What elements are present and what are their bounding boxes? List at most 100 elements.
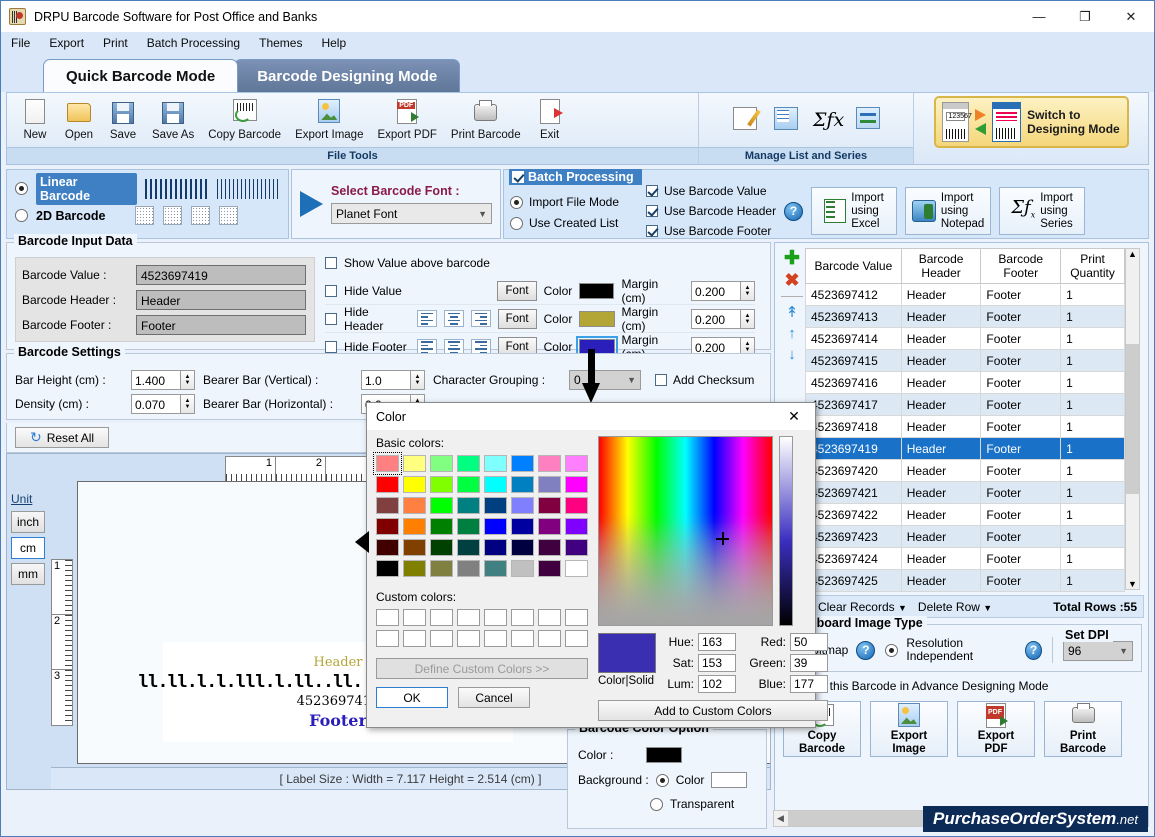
table-cell[interactable]: 1 xyxy=(1060,349,1125,372)
close-icon[interactable]: ✕ xyxy=(779,408,809,425)
basic-color-swatch[interactable] xyxy=(403,518,426,535)
table-cell[interactable]: Footer xyxy=(980,437,1062,460)
help-question-icon[interactable]: ? xyxy=(1025,640,1042,660)
barcode-header-input[interactable]: Header xyxy=(136,289,306,310)
toolbar-new-button[interactable]: New xyxy=(13,99,57,141)
bar-height-spinner[interactable]: ▲ ▼ xyxy=(181,370,195,390)
custom-swatch[interactable] xyxy=(484,609,507,626)
basic-color-swatch[interactable] xyxy=(484,497,507,514)
2d-barcode-option[interactable]: 2D Barcode xyxy=(15,202,280,229)
grid-vertical-scrollbar[interactable]: ▲ ▼ xyxy=(1125,248,1140,590)
basic-color-swatch[interactable] xyxy=(403,455,426,472)
custom-swatch[interactable] xyxy=(430,609,453,626)
header-margin-input[interactable]: 0.200 xyxy=(691,308,742,329)
bar-height-input[interactable]: 1.400 xyxy=(131,370,181,390)
table-cell[interactable]: Footer xyxy=(980,415,1062,438)
column-barcode-value[interactable]: Barcode Value xyxy=(805,248,902,284)
table-cell[interactable]: Footer xyxy=(980,393,1062,416)
table-cell[interactable]: Footer xyxy=(980,283,1062,306)
basic-color-swatch[interactable] xyxy=(511,518,534,535)
background-color-swatch[interactable] xyxy=(711,772,748,788)
basic-color-swatch[interactable] xyxy=(430,455,453,472)
menu-item-print[interactable]: Print xyxy=(103,36,128,50)
table-cell[interactable]: 1 xyxy=(1060,525,1125,548)
luminosity-slider[interactable] xyxy=(779,436,793,626)
export-pdf-button[interactable]: ExportPDF xyxy=(957,701,1035,757)
unit-button-mm[interactable]: mm xyxy=(11,563,45,585)
blue-input[interactable]: 177 xyxy=(790,675,828,693)
basic-color-swatch[interactable] xyxy=(565,539,588,556)
use-barcode-footer-option[interactable]: Use Barcode Footer xyxy=(646,221,776,241)
basic-color-swatch[interactable] xyxy=(484,455,507,472)
table-row[interactable]: 4523697416 Header Footer 1 xyxy=(805,371,1125,394)
print-barcode-button[interactable]: Print Barcode xyxy=(1044,701,1122,757)
help-question-icon[interactable]: ? xyxy=(784,201,804,221)
table-cell[interactable]: Header xyxy=(900,349,982,372)
basic-color-swatch[interactable] xyxy=(484,476,507,493)
toolbar-open-button[interactable]: Open xyxy=(57,99,101,141)
move-top-icon[interactable]: ↟ xyxy=(786,305,799,320)
table-cell[interactable]: Footer xyxy=(980,349,1062,372)
color-dialog[interactable]: Color ✕ Basic colors: Custom colors: Def… xyxy=(355,402,828,728)
table-cell[interactable]: 4523697416 xyxy=(805,371,902,394)
table-cell[interactable]: Header xyxy=(900,393,982,416)
barcode-value-input[interactable]: 4523697419 xyxy=(136,264,306,285)
hide-header-checkbox[interactable] xyxy=(325,312,337,325)
basic-color-swatch[interactable] xyxy=(538,455,561,472)
basic-color-swatch[interactable] xyxy=(430,560,453,577)
custom-swatch[interactable] xyxy=(376,630,399,647)
custom-swatch[interactable] xyxy=(511,609,534,626)
table-row[interactable]: 4523697420 Header Footer 1 xyxy=(805,459,1125,482)
barcode-font-select[interactable]: Planet Font ▼ xyxy=(331,203,492,224)
table-cell[interactable]: Header xyxy=(900,283,982,306)
basic-color-swatch[interactable] xyxy=(430,539,453,556)
table-cell[interactable]: 1 xyxy=(1060,503,1125,526)
table-cell[interactable]: Header xyxy=(900,371,982,394)
use-barcode-value-option[interactable]: Use Barcode Value xyxy=(646,181,776,201)
density-spinner[interactable]: ▲ ▼ xyxy=(181,394,195,414)
batch-processing-checkbox[interactable] xyxy=(512,171,524,183)
edit-list-icon[interactable] xyxy=(731,106,758,134)
toolbar-save-as-button[interactable]: Save As xyxy=(145,99,201,141)
bearer-vertical-input[interactable]: 1.0 xyxy=(361,370,411,390)
table-row[interactable]: 4523697421 Header Footer 1 xyxy=(805,481,1125,504)
table-cell[interactable]: Footer xyxy=(980,547,1062,570)
custom-swatch[interactable] xyxy=(457,630,480,647)
scroll-down-icon[interactable]: ▼ xyxy=(1128,579,1137,589)
table-row[interactable]: 4523697412 Header Footer 1 xyxy=(805,283,1125,306)
sat-input[interactable]: 153 xyxy=(698,654,736,672)
2d-radio[interactable] xyxy=(15,209,28,222)
basic-color-swatch[interactable] xyxy=(403,539,426,556)
basic-color-swatch[interactable] xyxy=(511,476,534,493)
add-checksum-checkbox[interactable] xyxy=(655,374,667,386)
basic-color-swatch[interactable] xyxy=(376,539,399,556)
basic-color-swatch[interactable] xyxy=(403,497,426,514)
basic-color-swatch[interactable] xyxy=(511,539,534,556)
table-cell[interactable]: 1 xyxy=(1060,283,1125,306)
add-to-custom-colors-button[interactable]: Add to Custom Colors xyxy=(598,700,828,721)
basic-color-swatch[interactable] xyxy=(538,518,561,535)
value-font-button[interactable]: Font xyxy=(497,280,537,301)
linear-radio[interactable] xyxy=(15,182,28,195)
table-row[interactable]: 4523697415 Header Footer 1 xyxy=(805,349,1125,372)
table-row[interactable]: 4523697418 Header Footer 1 xyxy=(805,415,1125,438)
basic-color-swatch[interactable] xyxy=(457,497,480,514)
basic-color-swatch[interactable] xyxy=(538,497,561,514)
ok-button[interactable]: OK xyxy=(376,687,448,708)
toolbar-export-image-button[interactable]: Export Image xyxy=(288,99,370,141)
value-margin-input[interactable]: 0.200 xyxy=(691,280,741,301)
custom-swatch[interactable] xyxy=(457,609,480,626)
toolbar-copy-barcode-button[interactable]: Copy Barcode xyxy=(201,99,288,141)
custom-swatch[interactable] xyxy=(538,630,561,647)
basic-colors-grid[interactable] xyxy=(373,452,588,577)
basic-color-swatch[interactable] xyxy=(538,476,561,493)
advance-mode-row[interactable]: Use this Barcode in Advance Designing Mo… xyxy=(775,672,1148,693)
background-transparent-radio[interactable] xyxy=(650,797,663,811)
close-icon[interactable]: ✕ xyxy=(1108,1,1154,32)
unit-button-inch[interactable]: inch xyxy=(11,511,45,533)
barcode-footer-input[interactable]: Footer xyxy=(136,314,306,335)
switch-to-designing-mode-button[interactable]: 123567 Switch to Designing Mode xyxy=(933,96,1129,148)
dpi-select[interactable]: 96 ▼ xyxy=(1063,641,1133,661)
table-cell[interactable]: 4523697412 xyxy=(805,283,902,306)
table-cell[interactable]: 1 xyxy=(1060,481,1125,504)
